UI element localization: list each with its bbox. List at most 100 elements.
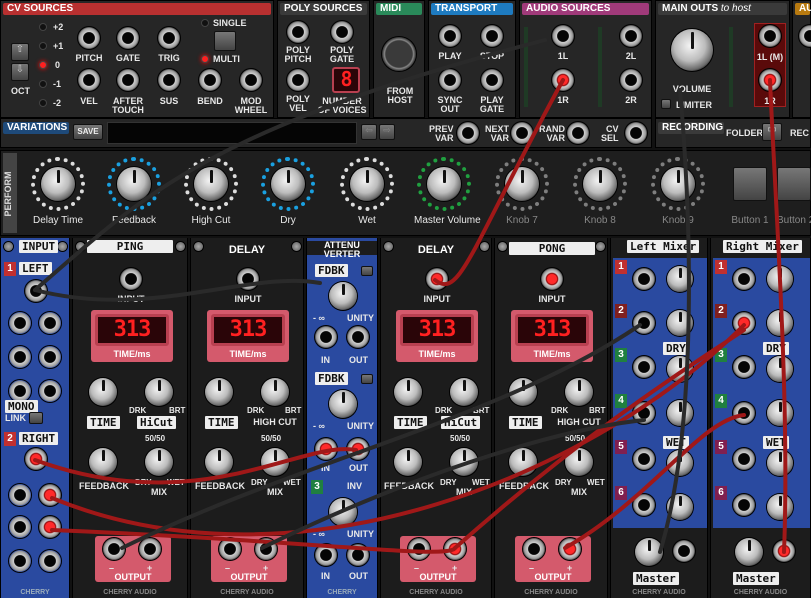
right-out-jack[interactable] — [39, 550, 61, 572]
lmix-ch1-knob[interactable] — [667, 266, 693, 292]
ping-output-plus-jack[interactable] — [139, 538, 161, 560]
poly-gate-jack[interactable] — [331, 21, 353, 43]
atten2-in-jack[interactable] — [315, 438, 337, 460]
var-prev-arrow-button[interactable]: ⇦ — [361, 124, 377, 140]
aftertouch-jack[interactable] — [117, 69, 139, 91]
rand-var-jack[interactable] — [567, 122, 589, 144]
delay1-time-knob[interactable] — [205, 378, 233, 406]
knob-7[interactable] — [505, 167, 539, 201]
audio-1r-jack[interactable] — [552, 69, 574, 91]
delay1-hicut-knob[interactable] — [261, 378, 289, 406]
button-2[interactable] — [777, 167, 811, 201]
right-in-jack[interactable] — [25, 448, 47, 470]
gate-jack[interactable] — [117, 27, 139, 49]
atten3-in-jack[interactable] — [315, 544, 337, 566]
volume-knob[interactable] — [671, 29, 713, 71]
lmix-ch4-knob[interactable] — [667, 400, 693, 426]
voices-display[interactable]: 8 — [332, 67, 360, 93]
high-cut-knob[interactable] — [194, 167, 228, 201]
audio-2r-jack[interactable] — [620, 69, 642, 91]
right-out-jack[interactable] — [9, 484, 31, 506]
delay1-mix-knob[interactable] — [261, 448, 289, 476]
rmix-out-jack[interactable] — [773, 540, 795, 562]
rmix-ch2-jack[interactable] — [733, 312, 755, 334]
lmix-ch2-knob[interactable] — [667, 310, 693, 336]
rmix-ch6-jack[interactable] — [733, 494, 755, 516]
single-multi-button[interactable] — [214, 31, 236, 51]
limiter-button[interactable] — [661, 99, 671, 109]
sync-out-jack[interactable] — [439, 69, 461, 91]
ping-input-jack[interactable] — [120, 268, 142, 290]
pitch-jack[interactable] — [78, 27, 100, 49]
main-out-1r-jack[interactable] — [759, 69, 781, 91]
atten3-out-jack[interactable] — [347, 544, 369, 566]
atten2-knob[interactable] — [329, 390, 357, 418]
atten1-in-jack[interactable] — [315, 326, 337, 348]
pong-output-plus-jack[interactable] — [559, 538, 581, 560]
next-var-jack[interactable] — [511, 122, 533, 144]
rmix-ch5-jack[interactable] — [733, 448, 755, 470]
pong-mix-knob[interactable] — [565, 448, 593, 476]
oct-up-button[interactable]: ⇧ — [11, 43, 29, 61]
right-out-jack[interactable] — [9, 550, 31, 572]
delay2-input-jack[interactable] — [426, 268, 448, 290]
right-out-jack[interactable] — [39, 484, 61, 506]
sus-jack[interactable] — [158, 69, 180, 91]
variation-name-field[interactable] — [107, 122, 357, 144]
lmix-ch5-jack[interactable] — [633, 448, 655, 470]
rmix-ch4-knob[interactable] — [767, 400, 793, 426]
poly-pitch-jack[interactable] — [287, 21, 309, 43]
master-volume-knob[interactable] — [427, 167, 461, 201]
knob-8[interactable] — [583, 167, 617, 201]
delay2-output-plus-jack[interactable] — [444, 538, 466, 560]
aux-out-jack[interactable] — [799, 25, 811, 47]
delay2-output-minus-jack[interactable] — [408, 538, 430, 560]
dry-knob[interactable] — [271, 167, 305, 201]
rmix-ch4-jack[interactable] — [733, 402, 755, 424]
atten2-out-jack[interactable] — [347, 438, 369, 460]
rmix-master-knob[interactable] — [735, 538, 763, 566]
ping-mix-knob[interactable] — [145, 448, 173, 476]
audio-2l-jack[interactable] — [620, 25, 642, 47]
atten1-out-jack[interactable] — [347, 326, 369, 348]
lmix-ch4-jack[interactable] — [633, 402, 655, 424]
poly-vel-jack[interactable] — [287, 69, 309, 91]
left-out-jack[interactable] — [9, 346, 31, 368]
mod-wheel-jack[interactable] — [240, 69, 262, 91]
save-button[interactable]: SAVE — [73, 124, 103, 140]
ping-output-minus-jack[interactable] — [103, 538, 125, 560]
delay1-output-plus-jack[interactable] — [255, 538, 277, 560]
ping-time-knob[interactable] — [89, 378, 117, 406]
feedback-knob[interactable] — [117, 167, 151, 201]
delay2-mix-knob[interactable] — [450, 448, 478, 476]
lmix-ch6-knob[interactable] — [667, 494, 693, 520]
audio-1l-jack[interactable] — [552, 25, 574, 47]
wet-knob[interactable] — [350, 167, 384, 201]
ping-feedback-knob[interactable] — [89, 448, 117, 476]
stop-jack[interactable] — [481, 25, 503, 47]
rmix-ch3-knob[interactable] — [767, 356, 793, 382]
rmix-ch1-jack[interactable] — [733, 268, 755, 290]
delay1-feedback-knob[interactable] — [205, 448, 233, 476]
atten3-knob[interactable] — [329, 498, 357, 526]
pong-time-display[interactable]: 313 — [515, 314, 589, 346]
lmix-ch6-jack[interactable] — [633, 494, 655, 516]
atten2-button[interactable] — [361, 374, 373, 384]
lmix-out-jack[interactable] — [673, 540, 695, 562]
rmix-ch3-jack[interactable] — [733, 356, 755, 378]
mono-link-button[interactable] — [29, 412, 43, 424]
rmix-ch1-knob[interactable] — [767, 266, 793, 292]
delay2-time-knob[interactable] — [394, 378, 422, 406]
lmix-master-knob[interactable] — [635, 538, 663, 566]
play-gate-jack[interactable] — [481, 69, 503, 91]
pong-input-jack[interactable] — [541, 268, 563, 290]
cv-sel-jack[interactable] — [625, 122, 647, 144]
trig-jack[interactable] — [158, 27, 180, 49]
delay1-output-minus-jack[interactable] — [219, 538, 241, 560]
rmix-ch5-knob[interactable] — [767, 450, 793, 476]
right-out-jack[interactable] — [9, 516, 31, 538]
delay2-hicut-knob[interactable] — [450, 378, 478, 406]
ping-hicut-knob[interactable] — [145, 378, 173, 406]
atten1-button[interactable] — [361, 266, 373, 276]
delay1-time-display[interactable]: 313 — [211, 314, 285, 346]
